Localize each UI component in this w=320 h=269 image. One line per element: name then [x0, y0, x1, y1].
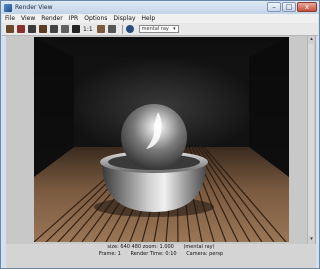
title-bar[interactable]: Render View – □ x: [1, 1, 319, 14]
rendered-image[interactable]: [34, 37, 289, 242]
camera-info: Camera: persp: [186, 251, 224, 257]
renderer-select[interactable]: mental ray ▾: [138, 25, 179, 33]
window-title: Render View: [15, 4, 53, 11]
app-icon: [4, 3, 12, 12]
menu-display[interactable]: Display: [113, 14, 135, 23]
alpha-channel-icon[interactable]: [72, 25, 80, 33]
redo-render-icon[interactable]: [6, 25, 14, 33]
frame-info: Frame: 1: [98, 251, 121, 257]
status-line-2: Frame: 1 Render Time: 0:10 Camera: persp: [6, 251, 316, 258]
minimize-button[interactable]: –: [267, 2, 281, 12]
vertical-scrollbar[interactable]: ▴ ▾: [307, 36, 315, 244]
menu-bar: File View Render IPR Options Display Hel…: [2, 14, 318, 23]
ipr-render-icon[interactable]: [39, 25, 47, 33]
rgb-channels-icon[interactable]: [61, 25, 69, 33]
menu-ipr[interactable]: IPR: [69, 14, 79, 23]
window-controls: – □ x: [267, 2, 317, 12]
render-region-icon[interactable]: [17, 25, 25, 33]
status-line-1: size: 640 480 zoom: 1.000 (mental ray): [6, 244, 316, 251]
close-button[interactable]: x: [297, 2, 317, 12]
chevron-down-icon: ▾: [173, 26, 176, 32]
real-size-button[interactable]: 1:1: [83, 26, 93, 33]
keep-image-icon[interactable]: [96, 25, 105, 33]
maximize-button[interactable]: □: [282, 2, 296, 12]
toolbar-separator: [121, 24, 123, 34]
snapshot-icon[interactable]: [28, 25, 36, 33]
refresh-ipr-icon[interactable]: [50, 25, 58, 33]
image-size-info: size: 640 480 zoom: 1.000: [107, 244, 174, 250]
remove-image-icon[interactable]: [107, 25, 116, 33]
menu-view[interactable]: View: [21, 14, 35, 23]
menu-file[interactable]: File: [5, 14, 15, 23]
render-view-window: Render View – □ x File View Render IPR O…: [0, 0, 320, 269]
menu-render[interactable]: Render: [41, 14, 62, 23]
renderer-info: (mental ray): [183, 244, 215, 250]
display-render-globals-icon[interactable]: [125, 25, 134, 33]
scroll-up-icon[interactable]: ▴: [308, 36, 315, 44]
renderer-select-value: mental ray: [141, 26, 169, 32]
toolbar: 1:1 mental ray ▾: [2, 23, 318, 36]
render-image-svg: [34, 37, 289, 242]
render-time-info: Render Time: 0:10: [130, 251, 177, 257]
menu-options[interactable]: Options: [84, 14, 107, 23]
menu-help[interactable]: Help: [142, 14, 156, 23]
scroll-down-icon[interactable]: ▾: [308, 236, 315, 244]
status-bar: size: 640 480 zoom: 1.000 (mental ray) F…: [6, 244, 316, 268]
